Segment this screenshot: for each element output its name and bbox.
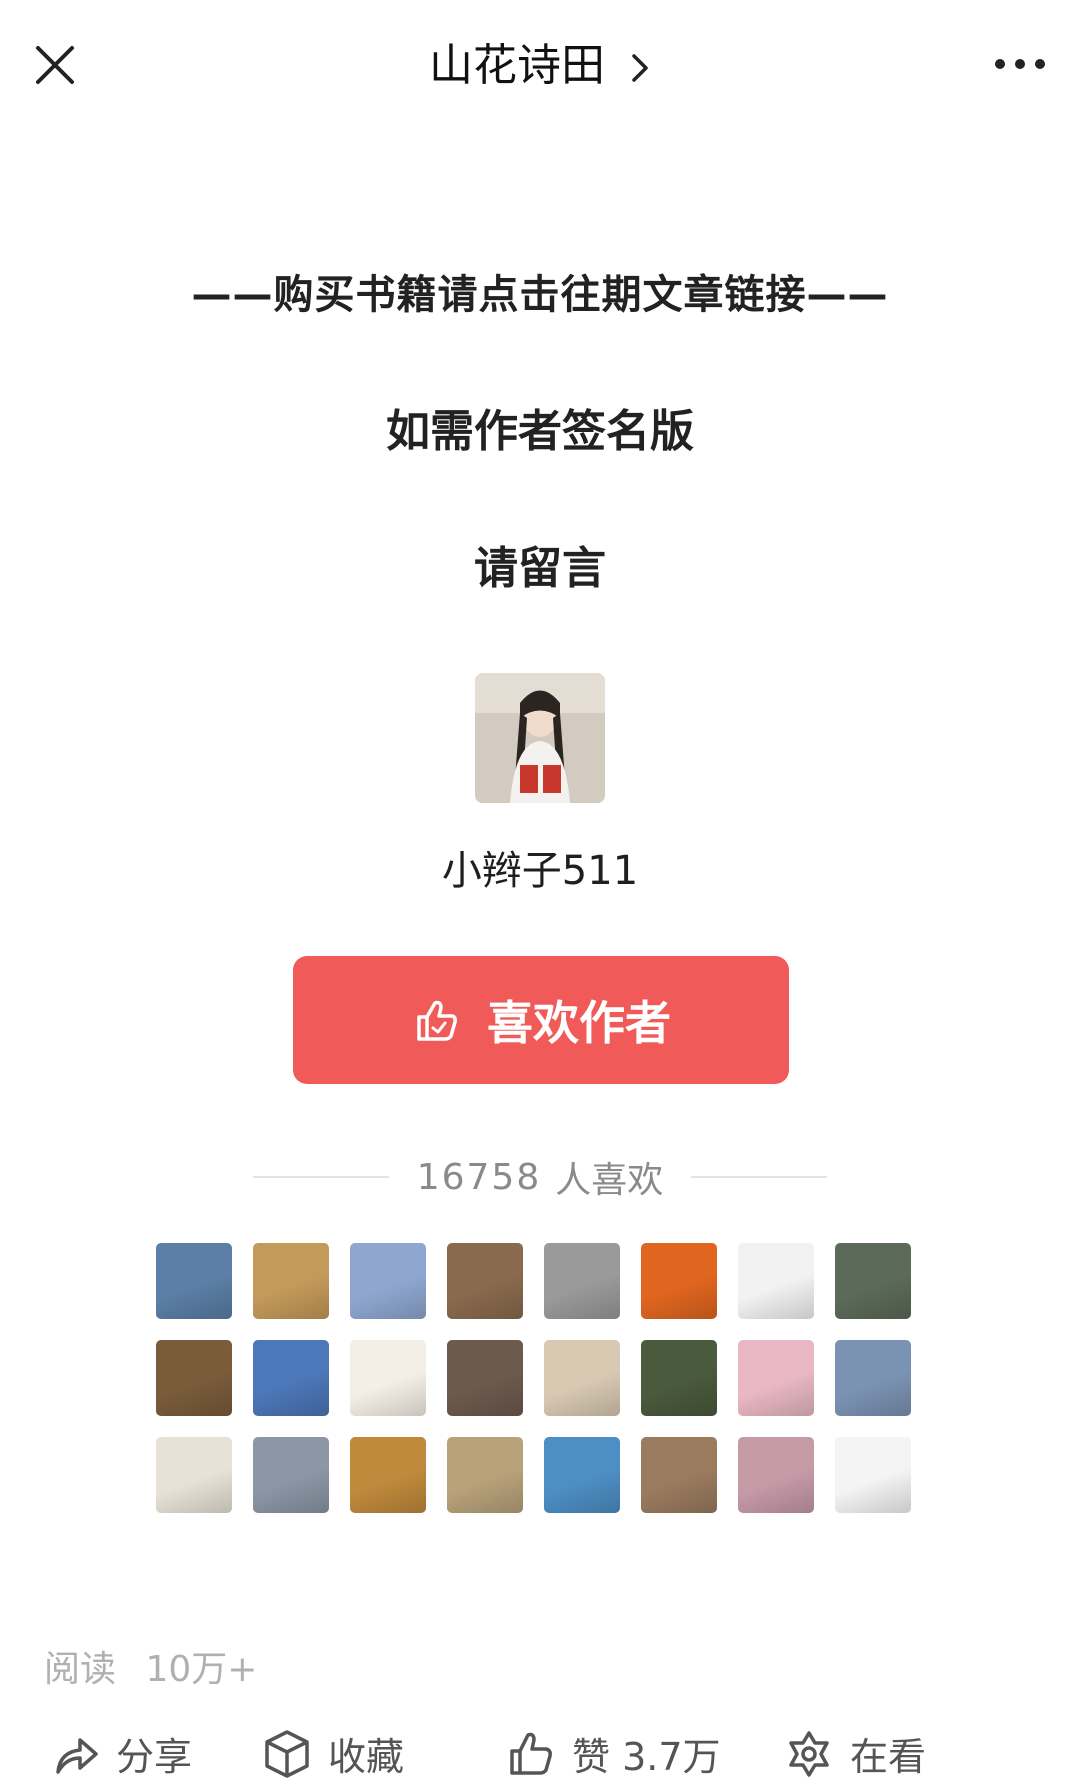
chevron-right-icon	[632, 54, 648, 82]
like-count-suffix: 人喜欢	[555, 1160, 664, 1201]
leave-comment-notice: 请留言	[474, 543, 606, 594]
fan-avatar[interactable]	[641, 1340, 717, 1416]
account-title-text: 山花诗田	[429, 40, 605, 91]
fan-avatar[interactable]	[447, 1437, 523, 1513]
fan-avatar[interactable]	[835, 1243, 911, 1319]
like-count: 16758	[416, 1156, 542, 1198]
thumb-up-icon	[417, 1000, 457, 1041]
like-author-button[interactable]: 喜欢作者	[293, 956, 789, 1084]
signed-edition-notice: 如需作者签名版	[386, 406, 694, 457]
divider-left	[252, 1176, 389, 1178]
read-count: 阅读 10万+	[44, 1640, 257, 1692]
purchase-notice: ——购买书籍请点击往期文章链接——	[191, 272, 889, 318]
author-name[interactable]: 小辫子511	[0, 838, 1080, 896]
fan-avatar[interactable]	[738, 1340, 814, 1416]
bottom-action-bar: 分享 收藏 赞 3.7万 在看	[0, 1720, 1080, 1785]
top-nav-bar: 山花诗田	[0, 0, 1080, 130]
fan-avatar[interactable]	[156, 1340, 232, 1416]
like-count-row: 16758 人喜欢	[0, 1152, 1080, 1202]
read-value: 10万+	[145, 1649, 258, 1690]
more-icon[interactable]	[990, 46, 1050, 82]
fan-avatar[interactable]	[253, 1437, 329, 1513]
read-label: 阅读	[44, 1649, 117, 1690]
fan-avatar[interactable]	[350, 1437, 426, 1513]
share-label: 分享	[116, 1735, 193, 1779]
fan-avatar[interactable]	[835, 1437, 911, 1513]
fan-avatar[interactable]	[253, 1340, 329, 1416]
fan-avatar-grid	[156, 1243, 911, 1513]
fan-avatar[interactable]	[447, 1243, 523, 1319]
thumb-up-outline-icon	[510, 1732, 552, 1775]
fan-avatar[interactable]	[156, 1243, 232, 1319]
like-label: 赞 3.7万	[572, 1735, 721, 1779]
account-title[interactable]: 山花诗田	[0, 38, 1080, 94]
wow-button[interactable]: 在看	[784, 1726, 926, 1781]
fan-avatar[interactable]	[544, 1340, 620, 1416]
fan-avatar[interactable]	[738, 1243, 814, 1319]
author-avatar[interactable]	[475, 673, 605, 803]
flower-icon	[789, 1730, 829, 1777]
divider-right	[691, 1176, 828, 1178]
share-icon	[56, 1737, 98, 1774]
favorite-button[interactable]: 收藏	[262, 1726, 404, 1781]
fan-avatar[interactable]	[253, 1243, 329, 1319]
fan-avatar[interactable]	[447, 1340, 523, 1416]
share-button[interactable]: 分享	[52, 1726, 192, 1781]
fan-avatar[interactable]	[835, 1340, 911, 1416]
like-author-label: 喜欢作者	[487, 996, 671, 1050]
fan-avatar[interactable]	[544, 1243, 620, 1319]
favorite-label: 收藏	[328, 1735, 405, 1779]
fan-avatar[interactable]	[350, 1340, 426, 1416]
fan-avatar[interactable]	[641, 1243, 717, 1319]
wow-label: 在看	[850, 1735, 927, 1779]
cube-icon	[265, 1729, 309, 1778]
fan-avatar[interactable]	[641, 1437, 717, 1513]
fan-avatar[interactable]	[544, 1437, 620, 1513]
fan-avatar[interactable]	[738, 1437, 814, 1513]
fan-avatar[interactable]	[156, 1437, 232, 1513]
like-button[interactable]: 赞 3.7万	[506, 1726, 721, 1781]
fan-avatar[interactable]	[350, 1243, 426, 1319]
